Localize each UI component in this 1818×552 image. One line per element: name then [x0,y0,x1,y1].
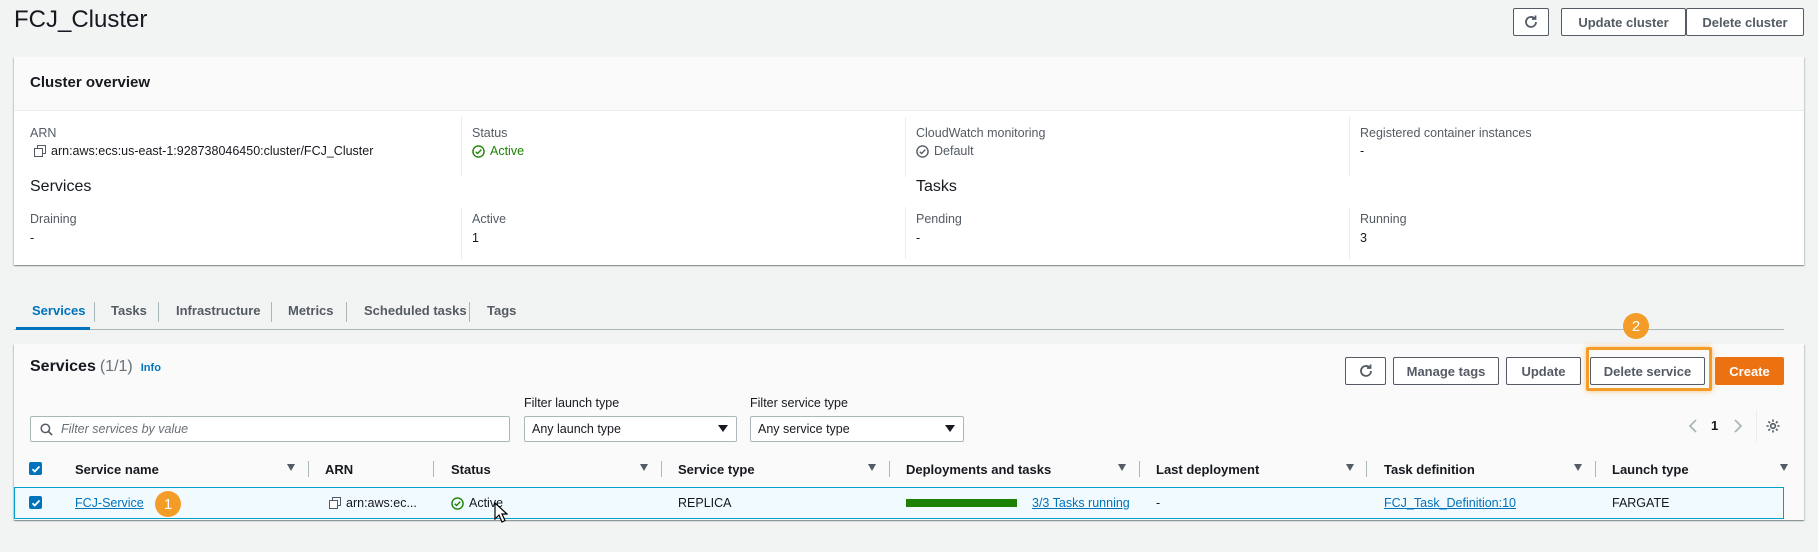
col-last-deployment[interactable]: Last deployment [1156,458,1259,480]
sort-caret-icon[interactable] [1780,464,1788,471]
copy-icon[interactable] [329,497,341,509]
last-deployment-cell: - [1156,496,1161,510]
check-circle-icon [451,496,464,510]
col-service-name[interactable]: Service name [75,458,159,480]
col-deployments-tasks[interactable]: Deployments and tasks [906,458,1051,480]
copy-icon[interactable] [34,145,46,157]
search-input[interactable]: Filter services by value [30,416,510,442]
tab-infrastructure[interactable]: Infrastructure [176,290,261,330]
col-service-type[interactable]: Service type [678,458,755,480]
page-title: FCJ_Cluster [14,6,148,33]
check-circle-icon [916,144,929,158]
col-task-definition[interactable]: Task definition [1384,458,1475,480]
col-launch-type[interactable]: Launch type [1612,458,1689,480]
refresh-cluster-button[interactable] [1513,8,1549,36]
select-all-checkbox[interactable] [29,462,42,475]
info-link[interactable]: Info [141,362,161,374]
delete-service-highlight [1586,347,1712,391]
search-icon [40,422,53,436]
cloudwatch-value: Default [916,144,974,158]
chevron-right-icon[interactable] [1733,418,1743,434]
col-arn[interactable]: ARN [325,458,353,480]
update-cluster-button[interactable]: Update cluster [1561,8,1686,36]
tasks-running-link[interactable]: 3/3 Tasks running [1032,496,1130,510]
gear-icon[interactable] [1765,418,1781,434]
sort-caret-icon[interactable] [868,464,876,471]
filter-launch-type-select[interactable]: Any launch type [524,416,737,442]
arn-label: ARN [30,126,57,140]
check-icon [31,465,40,473]
update-service-button[interactable]: Update [1506,357,1581,385]
mouse-cursor-icon [494,502,508,523]
active-value: 1 [472,231,479,245]
col-status[interactable]: Status [451,458,491,480]
services-heading: Services (1/1) Info [30,358,161,375]
tab-services[interactable]: Services [32,290,86,330]
arn-value: arn:aws:ecs:us-east-1:928738046450:clust… [34,144,373,158]
draining-value: - [30,231,35,245]
sort-caret-icon[interactable] [1346,464,1354,471]
create-service-button[interactable]: Create [1715,357,1784,385]
sort-caret-icon[interactable] [287,464,295,471]
delete-cluster-button[interactable]: Delete cluster [1686,8,1804,36]
service-name-cell: FCJ-Service [75,487,144,519]
refresh-services-button[interactable] [1345,357,1386,385]
caret-down-icon [945,425,955,432]
page-number[interactable]: 1 [1711,418,1718,433]
registered-instances-value: - [1360,144,1365,158]
services-count: (1/1) [99,358,133,375]
deployments-cell: 3/3 Tasks running [906,487,1130,519]
manage-tags-button[interactable]: Manage tags [1393,357,1499,385]
check-icon [31,499,40,507]
cloudwatch-label: CloudWatch monitoring [916,126,1046,140]
task-definition-link[interactable]: FCJ_Task_Definition:10 [1384,496,1516,510]
active-label: Active [472,212,507,226]
callout-2: 2 [1623,313,1649,339]
cluster-tabs: Services Tasks Infrastructure Metrics Sc… [14,290,1784,330]
caret-down-icon [718,425,728,432]
tab-scheduled-tasks[interactable]: Scheduled tasks [364,290,467,330]
task-definition-cell: FCJ_Task_Definition:10 [1384,487,1516,519]
running-value: 3 [1360,231,1367,245]
table-row[interactable] [14,487,1784,519]
registered-instances-label: Registered container instances [1360,126,1532,140]
tab-tasks[interactable]: Tasks [111,290,147,330]
service-type-cell: REPLICA [678,496,732,510]
filter-service-type-select[interactable]: Any service type [750,416,964,442]
status-value: Active [472,144,524,158]
chevron-left-icon[interactable] [1688,418,1698,434]
cluster-overview-heading: Cluster overview [30,74,151,91]
arn-cell: arn:aws:ec... [329,487,417,519]
running-label: Running [1360,212,1407,226]
service-name-link[interactable]: FCJ-Service [75,496,144,510]
tab-tags[interactable]: Tags [487,290,516,330]
refresh-icon [1359,364,1372,377]
cluster-overview-card: Cluster overview ARN arn:aws:ecs:us-east… [14,57,1804,265]
draining-label: Draining [30,212,77,226]
filter-launch-type-label: Filter launch type [524,396,620,410]
launch-type-cell: FARGATE [1612,496,1670,510]
sort-caret-icon[interactable] [1574,464,1582,471]
deployment-progress-bar [906,499,1017,507]
status-label: Status [472,126,508,140]
tab-metrics[interactable]: Metrics [288,290,334,330]
refresh-icon [1525,15,1537,28]
callout-1: 1 [155,491,181,517]
sort-caret-icon[interactable] [640,464,648,471]
check-circle-icon [472,144,485,158]
row-checkbox[interactable] [29,496,42,509]
sort-caret-icon[interactable] [1118,464,1126,471]
pending-label: Pending [916,212,962,226]
pending-value: - [916,231,921,245]
tasks-subheading: Tasks [916,178,957,195]
services-subheading: Services [30,178,92,195]
filter-service-type-label: Filter service type [750,396,848,410]
